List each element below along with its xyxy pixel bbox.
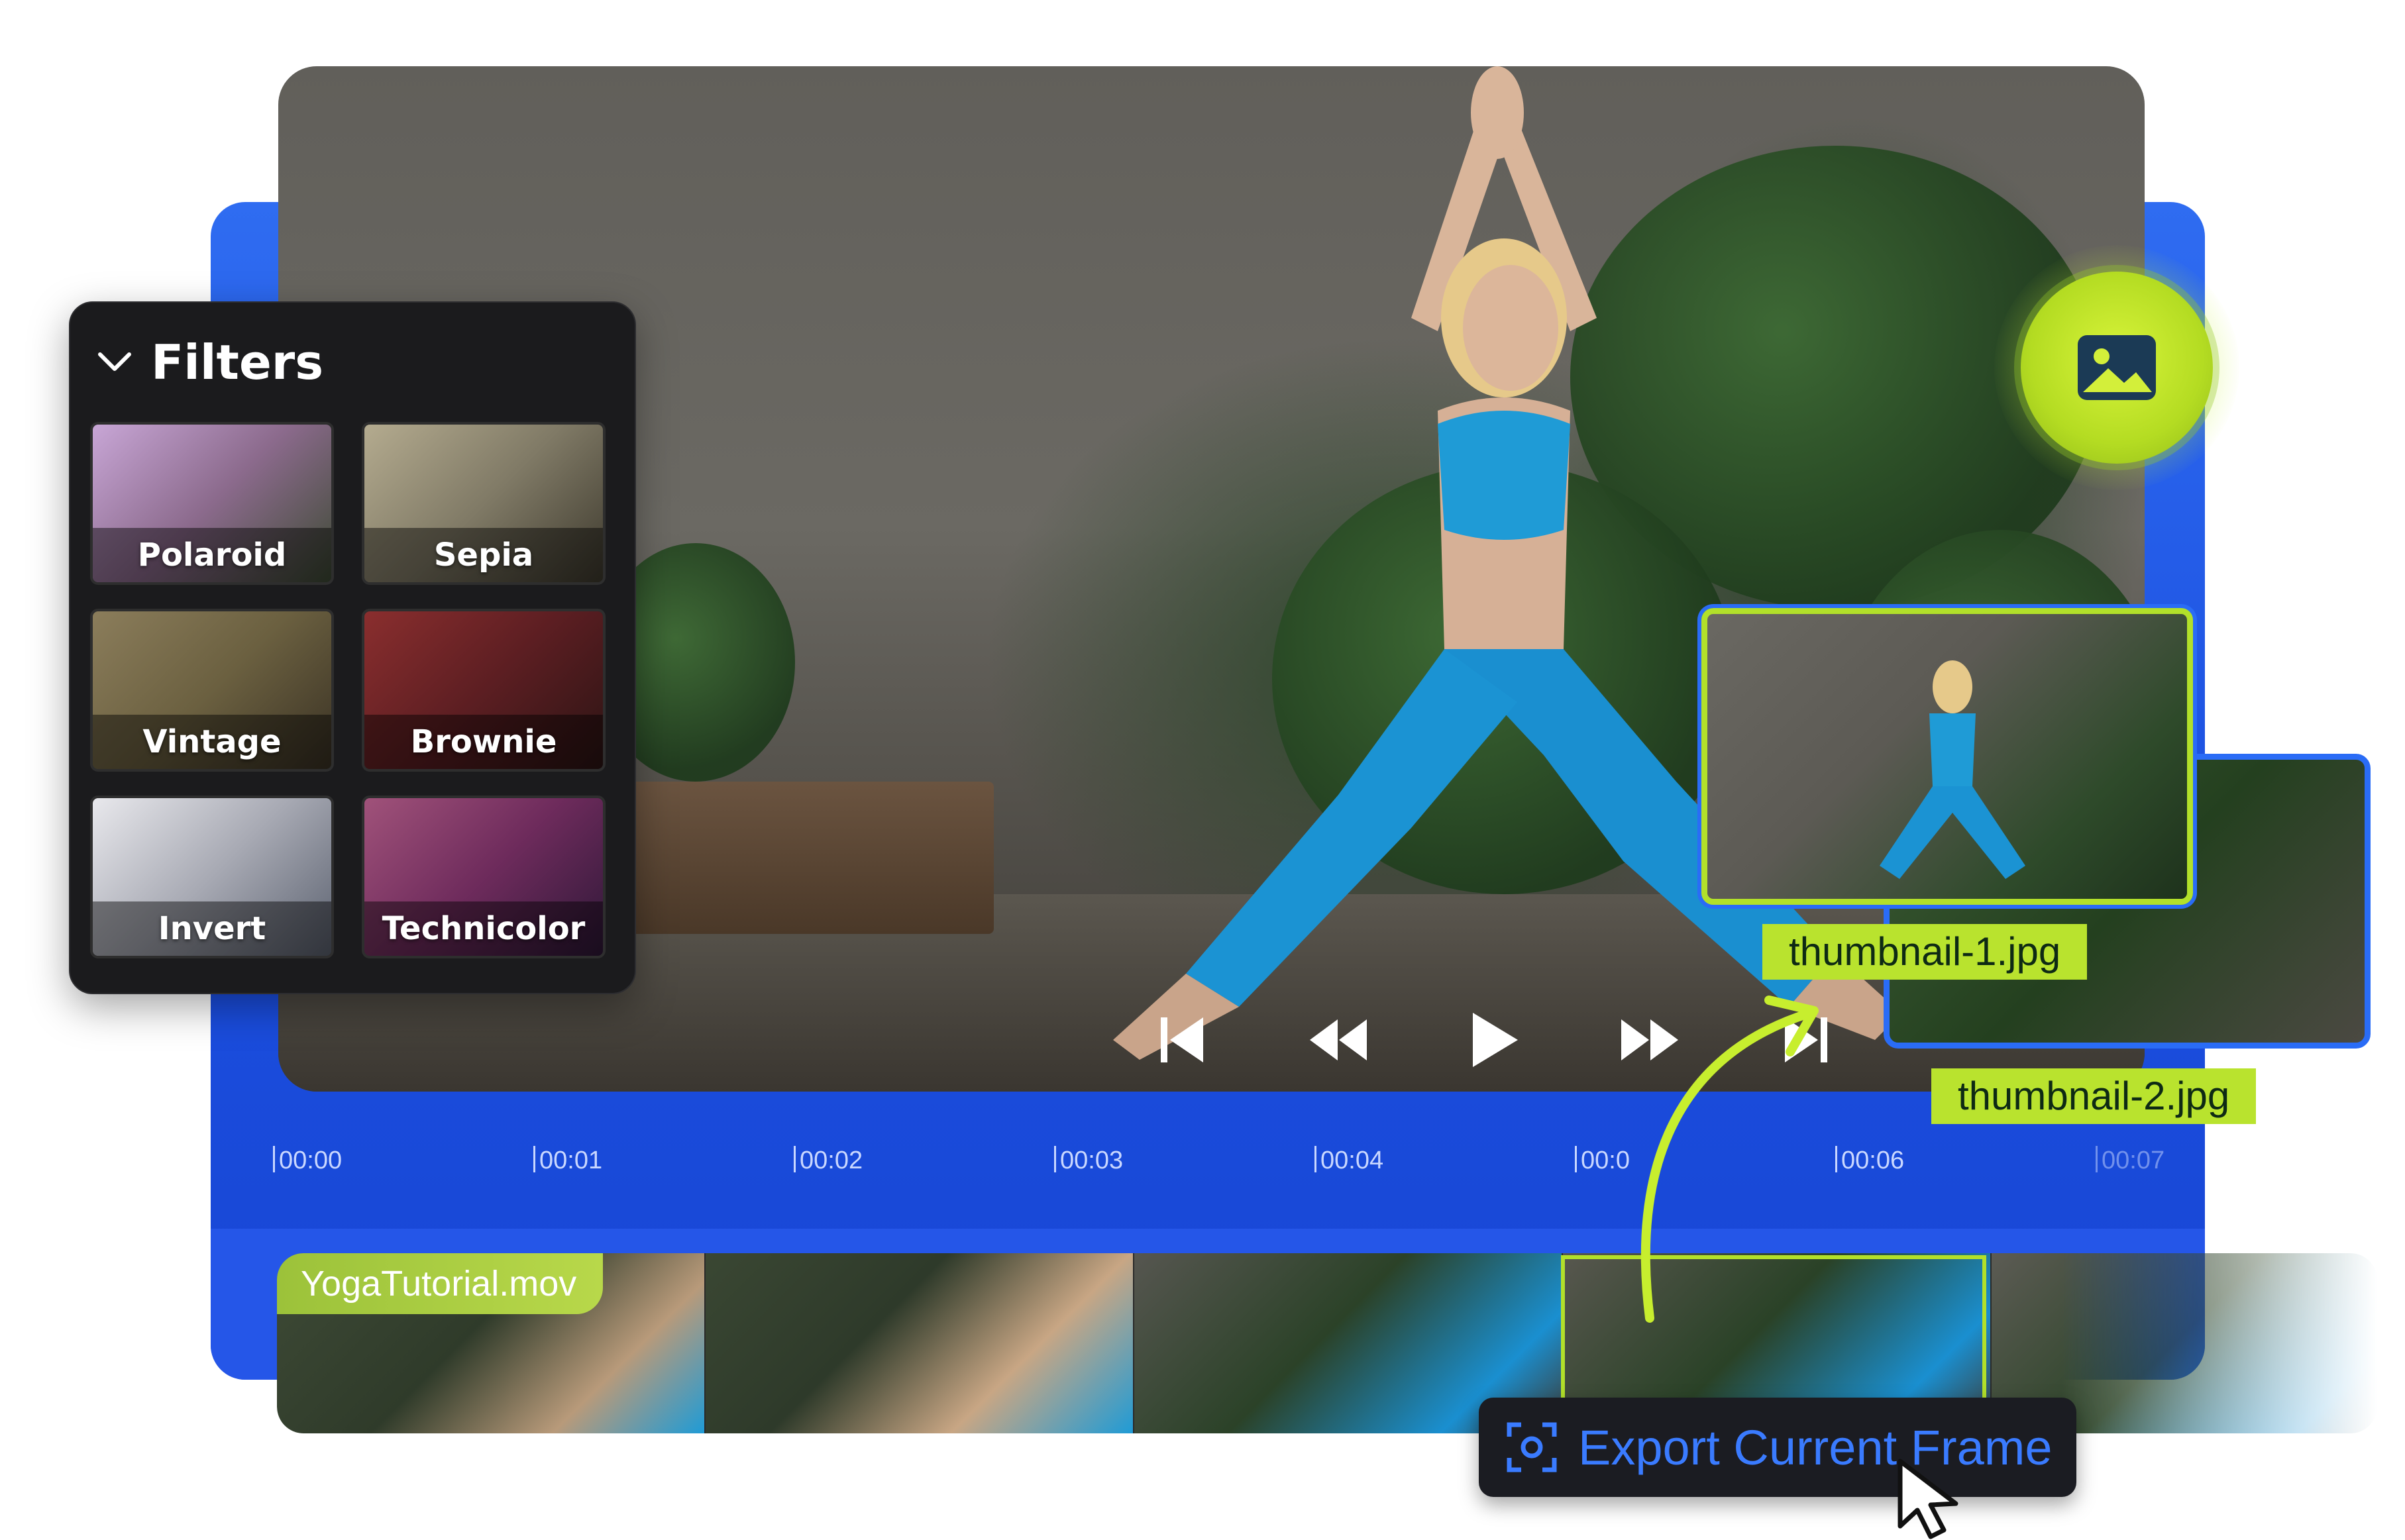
thumbnail-1-label: thumbnail-1.jpg <box>1762 924 2088 980</box>
timeline-tick: 00:02 <box>794 1146 863 1175</box>
timeline-tick: 00:00 <box>273 1146 342 1175</box>
export-label: Export Current Frame <box>1578 1419 2053 1475</box>
filter-label: Sepia <box>364 528 603 582</box>
filter-sepia[interactable]: Sepia <box>362 422 606 585</box>
image-export-badge[interactable] <box>2021 272 2213 464</box>
chevron-down-icon[interactable] <box>97 349 133 376</box>
video-bench <box>623 782 994 934</box>
timeline-tick: 00:06 <box>1835 1146 1904 1175</box>
filter-polaroid[interactable]: Polaroid <box>90 422 334 585</box>
filter-technicolor[interactable]: Technicolor <box>362 796 606 958</box>
filter-brownie[interactable]: Brownie <box>362 609 606 772</box>
thumbnail-2-label: thumbnail-2.jpg <box>1931 1068 2257 1124</box>
filter-label: Technicolor <box>364 901 603 956</box>
timeline-tick: 00:01 <box>533 1146 602 1175</box>
mouse-cursor-icon <box>1897 1459 1958 1539</box>
timeline-tick: 00:07 <box>2096 1146 2164 1175</box>
screenshot-capture-icon <box>1507 1422 1557 1472</box>
filter-invert[interactable]: Invert <box>90 796 334 958</box>
filter-vintage[interactable]: Vintage <box>90 609 334 772</box>
filter-label: Vintage <box>93 715 331 769</box>
play-icon[interactable] <box>1458 1007 1530 1073</box>
skip-to-start-icon[interactable] <box>1146 1007 1219 1073</box>
clip-file-name: YogaTutorial.mov <box>277 1253 604 1314</box>
filters-title: Filters <box>151 334 324 390</box>
rewind-icon[interactable] <box>1302 1007 1375 1073</box>
timeline-ruler[interactable]: 00:00 00:01 00:02 00:03 00:04 00:0 00:06… <box>273 1146 2194 1186</box>
thumbnail-figure <box>1880 660 2025 879</box>
export-arrow-icon <box>1640 996 1819 1323</box>
thumbnail-1-preview[interactable] <box>1701 608 2193 905</box>
timeline-tick: 00:04 <box>1314 1146 1383 1175</box>
filters-header[interactable]: Filters <box>97 329 323 395</box>
timeline-tick: 00:03 <box>1054 1146 1123 1175</box>
export-current-frame-button[interactable]: Export Current Frame <box>1479 1398 2076 1497</box>
image-icon <box>2078 335 2156 400</box>
filter-label: Polaroid <box>93 528 331 582</box>
clip-frame <box>706 1253 1134 1433</box>
filter-label: Invert <box>93 901 331 956</box>
filter-label: Brownie <box>364 715 603 769</box>
filters-panel: Filters Polaroid Sepia Vintage Brownie I… <box>69 301 636 994</box>
